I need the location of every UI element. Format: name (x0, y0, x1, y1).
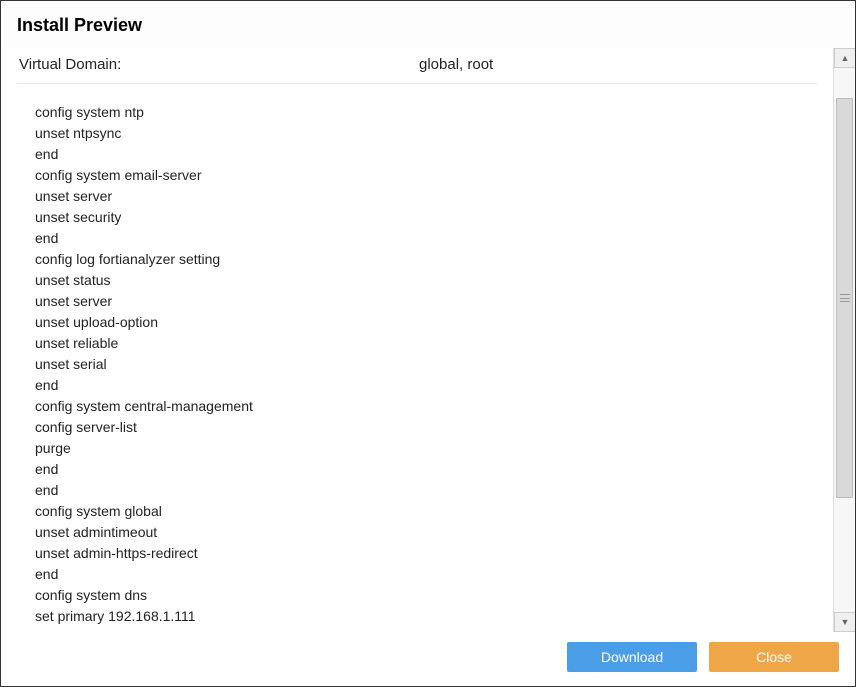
config-line: unset security (35, 207, 817, 228)
config-line: set primary 192.168.1.111 (35, 606, 817, 627)
config-line: unset serial (35, 354, 817, 375)
virtual-domain-row: Virtual Domain: global, root (17, 48, 817, 84)
config-line: unset status (35, 270, 817, 291)
content-area: Virtual Domain: global, root config syst… (1, 48, 833, 632)
config-line: unset admintimeout (35, 522, 817, 543)
config-line: end (35, 144, 817, 165)
config-line: end (35, 459, 817, 480)
config-line: end (35, 564, 817, 585)
dialog-title: Install Preview (17, 15, 839, 36)
config-line: set secondary 192.168.1.112 (35, 627, 817, 632)
chevron-up-icon: ▲ (841, 53, 850, 63)
vertical-scrollbar[interactable]: ▲ ▼ (833, 48, 855, 632)
config-line: unset server (35, 291, 817, 312)
config-line: purge (35, 438, 817, 459)
config-line: end (35, 228, 817, 249)
chevron-down-icon: ▼ (841, 617, 850, 627)
scrollbar-thumb[interactable] (836, 98, 853, 498)
virtual-domain-label: Virtual Domain: (19, 56, 419, 73)
config-line: unset server (35, 186, 817, 207)
config-line: config log fortianalyzer setting (35, 249, 817, 270)
scroll-up-button[interactable]: ▲ (834, 48, 855, 68)
scrollbar-track[interactable] (834, 68, 855, 612)
install-preview-dialog: Install Preview Virtual Domain: global, … (0, 0, 856, 687)
config-line: config system global (35, 501, 817, 522)
config-line: config system ntp (35, 102, 817, 123)
config-output: config system ntpunset ntpsyncendconfig … (17, 84, 817, 632)
close-button[interactable]: Close (709, 642, 839, 672)
config-line: unset ntpsync (35, 123, 817, 144)
config-line: config system central-management (35, 396, 817, 417)
scrollbar-grip-icon (840, 294, 850, 302)
virtual-domain-value: global, root (419, 56, 815, 73)
config-line: end (35, 375, 817, 396)
config-line: unset upload-option (35, 312, 817, 333)
config-line: unset reliable (35, 333, 817, 354)
config-line: config system dns (35, 585, 817, 606)
download-button[interactable]: Download (567, 642, 697, 672)
config-line: end (35, 480, 817, 501)
dialog-footer: Download Close (1, 632, 855, 686)
config-line: unset admin-https-redirect (35, 543, 817, 564)
config-line: config system email-server (35, 165, 817, 186)
scroll-down-button[interactable]: ▼ (834, 612, 855, 632)
config-line: config server-list (35, 417, 817, 438)
dialog-header: Install Preview (1, 1, 855, 48)
dialog-body: Virtual Domain: global, root config syst… (1, 48, 855, 632)
